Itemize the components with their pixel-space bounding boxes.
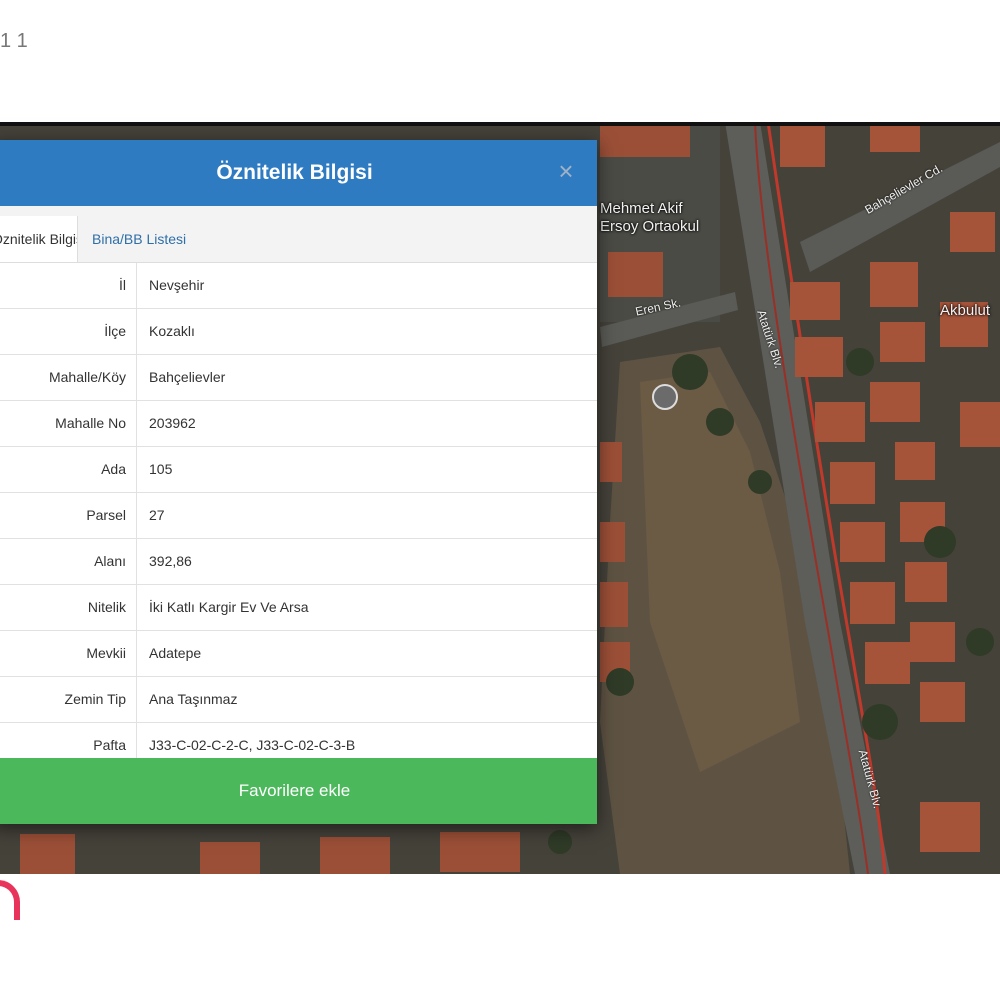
map-label-school: Mehmet Akif Ersoy Ortaokul bbox=[600, 200, 700, 235]
table-row: Ada 105 bbox=[0, 447, 597, 493]
brand-logo-icon bbox=[0, 880, 20, 920]
row-value: 203962 bbox=[149, 415, 196, 431]
row-key: Mahalle/Köy bbox=[0, 355, 137, 400]
row-key: Parsel bbox=[0, 493, 137, 538]
dialog-title: Öznitelik Bilgisi bbox=[216, 161, 373, 184]
row-key: Mevkii bbox=[0, 631, 137, 676]
row-value: 392,86 bbox=[149, 553, 192, 569]
row-key: Mahalle No bbox=[0, 401, 137, 446]
row-key: Zemin Tip bbox=[0, 677, 137, 722]
attribute-table: İl Nevşehir İlçe Kozaklı Mahalle/Köy Bahçel… bbox=[0, 263, 597, 769]
attribute-info-dialog: Öznitelik Bilgisi × Öznitelik Bilgisi Bi… bbox=[0, 140, 597, 824]
row-value: İki Katlı Kargir Ev Ve Arsa bbox=[149, 599, 309, 615]
row-value: Kozaklı bbox=[149, 323, 195, 339]
close-icon[interactable]: × bbox=[553, 158, 579, 184]
row-value: Adatepe bbox=[149, 645, 202, 661]
tab-attribute-info[interactable]: Öznitelik Bilgisi bbox=[0, 216, 78, 262]
table-row: Mevkii Adatepe bbox=[0, 631, 597, 677]
table-row: İl Nevşehir bbox=[0, 263, 597, 309]
row-key: Alanı bbox=[0, 539, 137, 584]
row-value: 27 bbox=[149, 507, 165, 523]
row-key: İl bbox=[0, 263, 137, 308]
table-row: Mahalle No 203962 bbox=[0, 401, 597, 447]
row-key: Ada bbox=[0, 447, 137, 492]
table-row: Zemin Tip Ana Taşınmaz bbox=[0, 677, 597, 723]
map-label-place: Akbulut bbox=[940, 302, 991, 319]
row-key: İlçe bbox=[0, 309, 137, 354]
table-row: Alanı 392,86 bbox=[0, 539, 597, 585]
map-top-border bbox=[0, 122, 1000, 126]
table-row: Nitelik İki Katlı Kargir Ev Ve Arsa bbox=[0, 585, 597, 631]
row-value: Ana Taşınmaz bbox=[149, 691, 238, 707]
dialog-header: Öznitelik Bilgisi × bbox=[0, 140, 597, 206]
row-value: 105 bbox=[149, 461, 173, 477]
table-row: Mahalle/Köy Bahçelievler bbox=[0, 355, 597, 401]
row-value: Bahçelievler bbox=[149, 369, 226, 385]
table-row: İlçe Kozaklı bbox=[0, 309, 597, 355]
table-row: Parsel 27 bbox=[0, 493, 597, 539]
tab-bar: Öznitelik Bilgisi Bina/BB Listesi bbox=[0, 206, 597, 263]
corner-text: 1 1 bbox=[0, 30, 28, 52]
tab-building-list[interactable]: Bina/BB Listesi bbox=[80, 216, 198, 262]
map-pin-icon[interactable] bbox=[652, 384, 678, 410]
add-to-favorites-button[interactable]: Favorilere ekle bbox=[0, 758, 597, 824]
row-value: Nevşehir bbox=[149, 277, 205, 293]
row-key: Nitelik bbox=[0, 585, 137, 630]
